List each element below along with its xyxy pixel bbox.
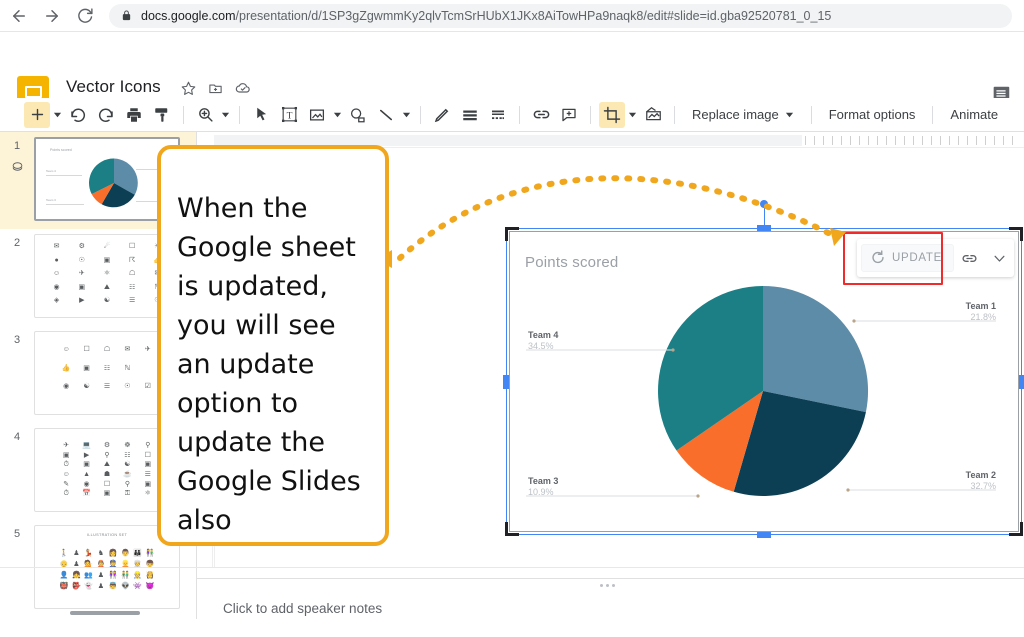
document-title[interactable]: Vector Icons xyxy=(66,77,161,97)
line-icon[interactable] xyxy=(373,102,399,128)
animate-button[interactable]: Animate xyxy=(940,102,1008,128)
forward-button[interactable] xyxy=(38,2,66,30)
callout-text: When the Google sheet is updated, you wi… xyxy=(177,193,361,536)
slide-number: 1 xyxy=(0,132,34,229)
resize-handle-bottom-right[interactable] xyxy=(1009,522,1023,536)
slide-number: 2 xyxy=(0,229,34,326)
chart-object[interactable]: Points scored Team 1 21.8% Team 2 32.7% … xyxy=(503,200,1024,538)
text-box-icon[interactable]: T xyxy=(276,102,302,128)
format-options-button[interactable]: Format options xyxy=(819,102,926,128)
canvas-bottom-divider xyxy=(0,567,1024,568)
thumb-chart-title: Points scored xyxy=(50,148,72,152)
icon-grid: ☺ ☐ ☖ ✉ ✈ 👍 ▣ ☷ ℕ ◉ ☯ ☰ ☉ ☑ xyxy=(61,346,151,391)
crop-icon[interactable] xyxy=(599,101,625,128)
pen-icon[interactable] xyxy=(429,102,455,128)
rotate-stem xyxy=(764,206,765,228)
move-to-folder-icon[interactable] xyxy=(208,80,223,96)
icon-grid: ✈ 💻 ⚙ ☸ ⚲ ▣ ▶ ⚲ ☷ ☐ ⏱ ▣ ⛰ ☯ ▣ ☺ ▲ ☗ ☕ ☰ ✎ ◉ ☐ ⚲ ▣ ⏱ 📅 ▣ ⚿ ⚛ xyxy=(62,442,152,498)
print-icon[interactable] xyxy=(121,102,147,128)
resize-handle-top-left[interactable] xyxy=(505,227,519,241)
slide-number: 5 xyxy=(0,520,34,617)
reload-button[interactable] xyxy=(71,2,99,30)
comment-icon[interactable] xyxy=(556,102,582,128)
address-bar[interactable]: docs.google.com/presentation/d/1SP3gZgwm… xyxy=(109,3,1012,28)
back-button[interactable] xyxy=(5,2,33,30)
slide-number-label: 4 xyxy=(13,431,21,443)
toolbar-divider xyxy=(590,105,591,124)
replace-image-button[interactable]: Replace image xyxy=(682,102,804,128)
image-dropdown-icon[interactable] xyxy=(331,110,344,119)
zoom-icon[interactable] xyxy=(192,102,218,128)
title-action-icons xyxy=(181,80,251,96)
toolbar-divider xyxy=(519,105,520,124)
replace-image-label: Replace image xyxy=(692,107,779,122)
notes-resize-grip[interactable] xyxy=(599,584,615,587)
shape-icon[interactable] xyxy=(345,102,371,128)
rotate-handle[interactable] xyxy=(760,200,768,208)
slide-number: 3 xyxy=(0,326,34,423)
thumb-pie-chart xyxy=(89,158,138,208)
slide-number: 4 xyxy=(0,423,34,520)
undo-icon[interactable] xyxy=(65,102,91,128)
slides-toolbar: T Replace image Format options Animate xyxy=(0,98,1024,132)
google-slides-window: docs.google.com/presentation/d/1SP3gZgwm… xyxy=(0,0,1024,637)
resize-handle-left[interactable] xyxy=(503,374,509,389)
url-path: /presentation/d/1SP3gZgwmmKy2qlvTcmSrHUb… xyxy=(235,8,832,23)
star-icon[interactable] xyxy=(181,80,196,96)
toolbar-divider xyxy=(932,105,934,124)
cloud-saved-icon[interactable] xyxy=(235,80,251,96)
crop-dropdown-icon[interactable] xyxy=(626,110,639,119)
speaker-notes-pane[interactable]: Click to add speaker notes xyxy=(197,578,1024,637)
background-icon[interactable] xyxy=(457,102,483,128)
layout-icon[interactable] xyxy=(485,102,511,128)
callout-box[interactable]: When the Google sheet is updated, you wi… xyxy=(157,145,389,546)
selection-border xyxy=(506,228,1022,535)
line-dropdown-icon[interactable] xyxy=(400,110,413,119)
new-slide-icon[interactable] xyxy=(24,101,50,128)
svg-text:T: T xyxy=(286,111,292,121)
speaker-notes-placeholder[interactable]: Click to add speaker notes xyxy=(223,601,382,616)
zoom-dropdown-icon[interactable] xyxy=(219,110,232,119)
resize-handle-right[interactable] xyxy=(1019,374,1024,389)
docs-header: Vector Icons File Edit View Insert Forma… xyxy=(0,32,1024,119)
toolbar-divider xyxy=(674,105,675,124)
new-slide-dropdown-icon[interactable] xyxy=(51,110,64,119)
toolbar-divider xyxy=(420,105,421,124)
layers-icon xyxy=(0,159,34,174)
resize-handle-top-right[interactable] xyxy=(1009,227,1023,241)
browser-toolbar: docs.google.com/presentation/d/1SP3gZgwm… xyxy=(0,0,1024,32)
resize-handle-bottom-left[interactable] xyxy=(505,522,519,536)
insert-image-icon[interactable] xyxy=(304,102,330,128)
url-host: docs.google.com xyxy=(141,8,236,23)
toolbar-divider xyxy=(810,105,812,124)
icon-grid: ✉⚙☄☐☀ ●☉▣☈👍 ☺✈⚛☖✉ ◉▣⛰☷ℕ ◈▶☯☰☉ xyxy=(53,243,162,305)
slide-number-label: 5 xyxy=(13,528,21,540)
mask-image-icon[interactable] xyxy=(640,102,666,128)
lock-icon xyxy=(121,9,132,22)
slide-number-label: 3 xyxy=(13,334,21,346)
select-icon[interactable] xyxy=(248,102,274,128)
paint-format-icon[interactable] xyxy=(149,102,175,128)
resize-handle-bottom[interactable] xyxy=(757,532,771,538)
link-icon[interactable] xyxy=(528,102,554,128)
redo-icon[interactable] xyxy=(93,102,119,128)
toolbar-divider xyxy=(183,105,184,124)
filmstrip-scrollbar[interactable] xyxy=(70,611,140,615)
slide-number-label: 2 xyxy=(13,237,21,249)
slide-number-label: 1 xyxy=(13,140,21,152)
ruler-ticks xyxy=(805,136,1021,145)
toolbar-divider xyxy=(239,105,240,124)
